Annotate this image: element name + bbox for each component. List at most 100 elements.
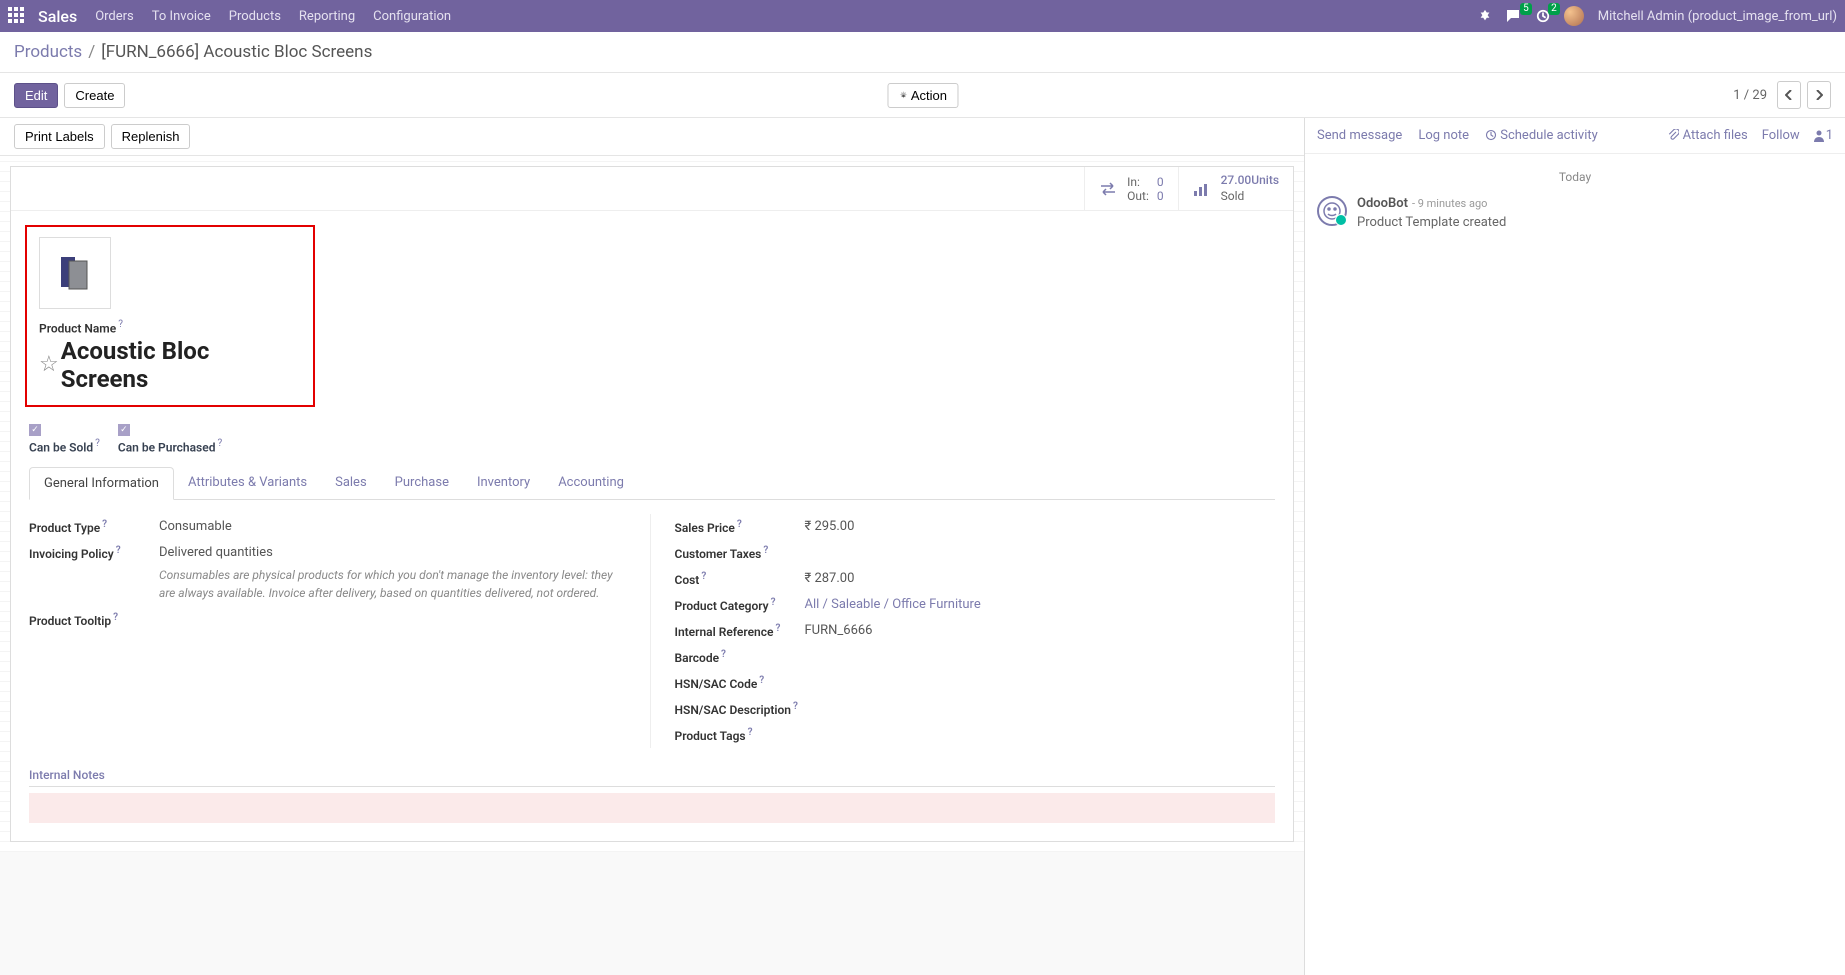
chatter: Send message Log note Schedule activity … bbox=[1305, 118, 1845, 975]
print-labels-button[interactable]: Print Labels bbox=[14, 124, 105, 149]
in-label: In: bbox=[1127, 175, 1149, 189]
breadcrumb: Products / [FURN_6666] Acoustic Bloc Scr… bbox=[0, 32, 1845, 73]
can-be-sold-label: Can be Sold bbox=[29, 440, 93, 454]
cost-label: Cost bbox=[675, 573, 700, 587]
product-name: Acoustic Bloc Screens bbox=[61, 337, 301, 393]
help-icon[interactable]: ? bbox=[116, 545, 121, 556]
can-be-sold-check[interactable]: ✓ Can be Sold? bbox=[29, 421, 100, 455]
bars-icon bbox=[1193, 181, 1211, 197]
follower-count[interactable]: 1 bbox=[1814, 128, 1833, 143]
message-text: Product Template created bbox=[1357, 215, 1506, 230]
person-icon bbox=[1814, 130, 1824, 142]
internal-notes-area[interactable] bbox=[29, 793, 1275, 823]
sales-price-value: ₹ 295.00 bbox=[805, 519, 1276, 534]
product-title-block: Product Name? ☆ Acoustic Bloc Screens bbox=[25, 225, 315, 406]
form-sheet: In: 0 Out: 0 27.00Units Sold bbox=[10, 166, 1294, 842]
help-icon[interactable]: ? bbox=[701, 571, 706, 582]
tab-general-information[interactable]: General Information bbox=[29, 467, 174, 500]
menu-to-invoice[interactable]: To Invoice bbox=[152, 9, 211, 24]
in-value: 0 bbox=[1157, 175, 1164, 189]
help-icon[interactable]: ? bbox=[793, 701, 798, 712]
pager-prev[interactable] bbox=[1777, 81, 1801, 109]
product-image[interactable] bbox=[39, 237, 111, 309]
invoicing-policy-label: Invoicing Policy bbox=[29, 547, 114, 561]
checkbox-icon: ✓ bbox=[118, 424, 130, 436]
bug-icon[interactable] bbox=[1478, 9, 1492, 23]
app-brand[interactable]: Sales bbox=[38, 7, 77, 26]
tab-attributes-variants[interactable]: Attributes & Variants bbox=[174, 467, 321, 499]
action-label: Action bbox=[911, 88, 947, 103]
log-note-link[interactable]: Log note bbox=[1418, 128, 1469, 143]
menu-reporting[interactable]: Reporting bbox=[299, 9, 355, 24]
user-label[interactable]: Mitchell Admin (product_image_from_url) bbox=[1598, 9, 1837, 24]
internal-notes-title: Internal Notes bbox=[29, 768, 1275, 787]
attach-files-label: Attach files bbox=[1683, 128, 1748, 143]
message-author[interactable]: OdooBot bbox=[1357, 196, 1408, 211]
top-nav: Sales Orders To Invoice Products Reporti… bbox=[0, 0, 1845, 32]
help-icon[interactable]: ? bbox=[95, 438, 100, 449]
sold-qty: 27.00 bbox=[1221, 173, 1252, 187]
help-icon[interactable]: ? bbox=[759, 675, 764, 686]
chevron-right-icon bbox=[1815, 90, 1823, 100]
user-avatar[interactable] bbox=[1564, 6, 1584, 26]
product-type-label: Product Type bbox=[29, 521, 100, 535]
help-icon[interactable]: ? bbox=[113, 612, 118, 623]
replenish-button[interactable]: Replenish bbox=[111, 124, 191, 149]
menu-configuration[interactable]: Configuration bbox=[373, 9, 451, 24]
favorite-star-icon[interactable]: ☆ bbox=[39, 352, 59, 377]
tab-purchase[interactable]: Purchase bbox=[381, 467, 463, 499]
follow-link[interactable]: Follow bbox=[1762, 128, 1800, 143]
sub-action-bar: Print Labels Replenish bbox=[0, 118, 1304, 156]
help-icon[interactable]: ? bbox=[721, 649, 726, 660]
internal-reference-label: Internal Reference bbox=[675, 625, 774, 639]
product-type-value: Consumable bbox=[159, 519, 630, 534]
stat-sold[interactable]: 27.00Units Sold bbox=[1178, 167, 1293, 210]
help-icon[interactable]: ? bbox=[763, 545, 768, 556]
odoobot-avatar bbox=[1317, 196, 1347, 226]
edit-button[interactable]: Edit bbox=[14, 83, 58, 108]
help-icon[interactable]: ? bbox=[748, 727, 753, 738]
help-icon[interactable]: ? bbox=[217, 438, 222, 449]
help-icon[interactable]: ? bbox=[118, 319, 123, 330]
paperclip-icon bbox=[1667, 129, 1679, 141]
apps-icon[interactable] bbox=[8, 7, 26, 25]
product-tooltip-label: Product Tooltip bbox=[29, 614, 111, 628]
invoicing-policy-help: Consumables are physical products for wh… bbox=[159, 566, 630, 602]
breadcrumb-root[interactable]: Products bbox=[14, 42, 82, 62]
product-category-value[interactable]: All / Saleable / Office Furniture bbox=[805, 597, 1276, 612]
can-be-purchased-label: Can be Purchased bbox=[118, 440, 216, 454]
pager-text[interactable]: 1 / 29 bbox=[1733, 88, 1767, 103]
product-name-label: Product Name bbox=[39, 322, 116, 336]
sold-unit: Units bbox=[1251, 173, 1279, 187]
schedule-activity-link[interactable]: Schedule activity bbox=[1485, 128, 1598, 143]
tab-accounting[interactable]: Accounting bbox=[544, 467, 638, 499]
create-button[interactable]: Create bbox=[64, 83, 125, 108]
attach-files-link[interactable]: Attach files bbox=[1667, 128, 1747, 143]
out-value: 0 bbox=[1157, 189, 1164, 203]
messages-icon[interactable]: 5 bbox=[1506, 9, 1522, 23]
help-icon[interactable]: ? bbox=[775, 623, 780, 634]
breadcrumb-sep: / bbox=[88, 42, 95, 62]
tab-sales[interactable]: Sales bbox=[321, 467, 381, 499]
activities-icon[interactable]: 2 bbox=[1536, 9, 1550, 23]
gear-icon bbox=[898, 91, 908, 101]
send-message-link[interactable]: Send message bbox=[1317, 128, 1402, 143]
menu-products[interactable]: Products bbox=[229, 9, 281, 24]
stat-transfers[interactable]: In: 0 Out: 0 bbox=[1084, 167, 1177, 210]
hsn-code-label: HSN/SAC Code bbox=[675, 677, 758, 691]
cost-value: ₹ 287.00 bbox=[805, 571, 1276, 586]
chevron-left-icon bbox=[1785, 90, 1793, 100]
help-icon[interactable]: ? bbox=[737, 519, 742, 530]
can-be-purchased-check[interactable]: ✓ Can be Purchased? bbox=[118, 421, 222, 455]
action-button[interactable]: Action bbox=[887, 83, 958, 108]
pager-next[interactable] bbox=[1807, 81, 1831, 109]
breadcrumb-current: [FURN_6666] Acoustic Bloc Screens bbox=[101, 42, 372, 62]
follower-count-value: 1 bbox=[1826, 128, 1833, 143]
thread-day-header: Today bbox=[1317, 170, 1833, 184]
help-icon[interactable]: ? bbox=[771, 597, 776, 608]
sales-price-label: Sales Price bbox=[675, 521, 735, 535]
activities-badge: 2 bbox=[1548, 3, 1560, 15]
menu-orders[interactable]: Orders bbox=[95, 9, 134, 24]
help-icon[interactable]: ? bbox=[102, 519, 107, 530]
tab-inventory[interactable]: Inventory bbox=[463, 467, 544, 499]
